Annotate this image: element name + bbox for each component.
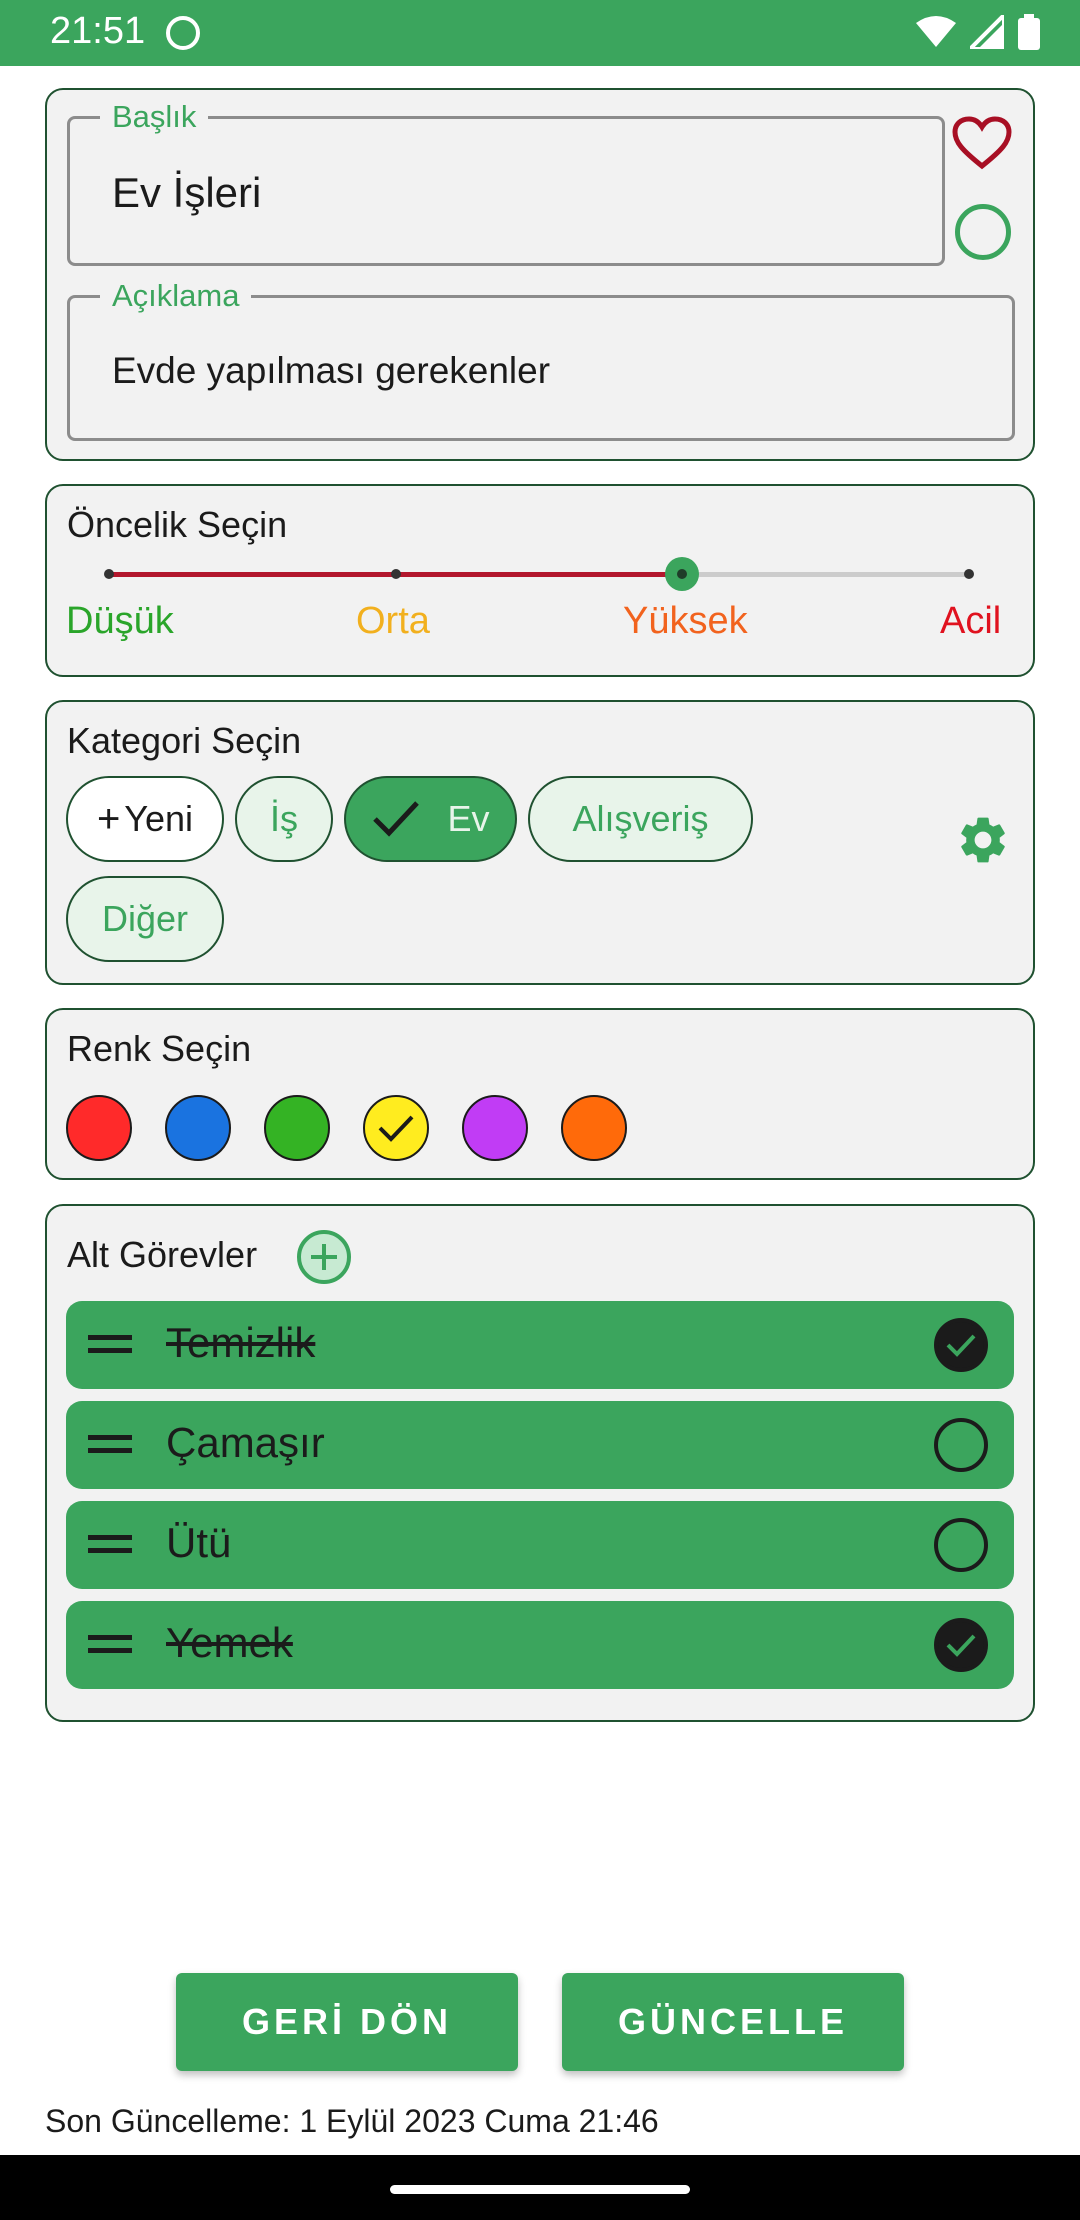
status-bar: 21:51 [0,0,1080,66]
subtask-label: Çamaşır [166,1419,325,1466]
color-swatch-blue[interactable] [165,1095,231,1161]
category-chip-label: Diğer [101,898,189,939]
category-chip-label: Ev [447,798,490,839]
drag-handle-icon[interactable] [88,1535,132,1555]
priority-label-high: Yüksek [623,600,748,642]
subtask-label: Temizlik [166,1319,316,1366]
priority-label-medium: Orta [356,600,430,642]
category-settings-gear-icon[interactable] [955,812,1011,868]
category-chip-work[interactable]: İş [235,776,333,862]
home-gesture-handle[interactable] [390,2185,690,2194]
category-chip-home[interactable]: Ev [344,776,517,862]
status-icons [916,14,1040,50]
drag-handle-icon[interactable] [88,1335,132,1355]
check-icon [378,1115,414,1142]
title-field[interactable]: Başlık Ev İşleri [67,99,945,266]
add-subtask-icon[interactable] [295,1228,353,1286]
subtask-row[interactable]: Temizlik [66,1301,1014,1389]
check-icon [373,801,420,837]
title-field-value: Ev İşleri [112,169,262,216]
priority-heading: Öncelik Seçin [67,504,288,545]
slider-tick [104,569,114,579]
subtask-row[interactable]: Çamaşır [66,1401,1014,1489]
color-swatch-red[interactable] [66,1095,132,1161]
wifi-icon [916,16,956,47]
category-chip-label: İş [269,798,298,839]
subtask-checkbox[interactable] [934,1618,988,1672]
favorite-heart-icon[interactable] [952,116,1012,170]
new-category-chip[interactable]: + Yeni [66,776,224,862]
new-category-label: Yeni [124,798,194,839]
subtask-checkbox[interactable] [934,1518,988,1572]
description-field-value: Evde yapılması gerekenler [112,350,551,391]
check-icon [946,1334,976,1357]
status-time: 21:51 [50,10,146,52]
back-button[interactable]: GERİ DÖN [176,1973,518,2071]
subtask-checkbox[interactable] [934,1418,988,1472]
subtask-row[interactable]: Yemek [66,1601,1014,1689]
color-heading: Renk Seçin [67,1028,252,1069]
slider-thumb[interactable] [665,557,699,591]
color-swatch-orange[interactable] [561,1095,627,1161]
description-field[interactable]: Açıklama Evde yapılması gerekenler [67,278,1015,441]
priority-card: Öncelik Seçin [45,484,1035,677]
category-chip-shopping[interactable]: Alışveriş [528,776,753,862]
slider-tick [964,569,974,579]
slider-tick [391,569,401,579]
subtask-row[interactable]: Ütü [66,1501,1014,1589]
color-swatch-yellow[interactable] [363,1095,429,1161]
priority-label-urgent: Acil [940,600,1002,642]
app-notification-icon [166,16,200,50]
last-updated-text: Son Güncelleme: 1 Eylül 2023 Cuma 21:46 [45,2103,659,2139]
color-swatch-green[interactable] [264,1095,330,1161]
title-card: Başlık Ev İşleri Açıklama Evde yapılması… [45,88,1035,461]
check-icon [946,1634,976,1657]
description-field-label: Açıklama [100,278,252,314]
drag-handle-icon[interactable] [88,1635,132,1655]
navigation-bar [0,2155,1080,2220]
slider-track-rest [682,572,970,577]
subtask-checkbox[interactable] [934,1318,988,1372]
signal-icon [970,15,1004,49]
plus-icon: + [96,796,121,841]
color-swatch-purple[interactable] [462,1095,528,1161]
priority-label-low: Düşük [66,600,174,642]
subtask-label: Yemek [166,1619,293,1666]
subtask-label: Ütü [166,1519,232,1566]
category-chip-other[interactable]: Diğer [66,876,224,962]
drag-handle-icon[interactable] [88,1435,132,1455]
complete-toggle-icon[interactable] [955,204,1011,260]
subtasks-heading: Alt Görevler [67,1234,258,1275]
battery-icon [1018,14,1040,50]
update-button[interactable]: GÜNCELLE [562,1973,904,2071]
category-chip-label: Alışveriş [572,798,709,839]
category-heading: Kategori Seçin [67,720,302,761]
title-field-label: Başlık [100,99,209,135]
